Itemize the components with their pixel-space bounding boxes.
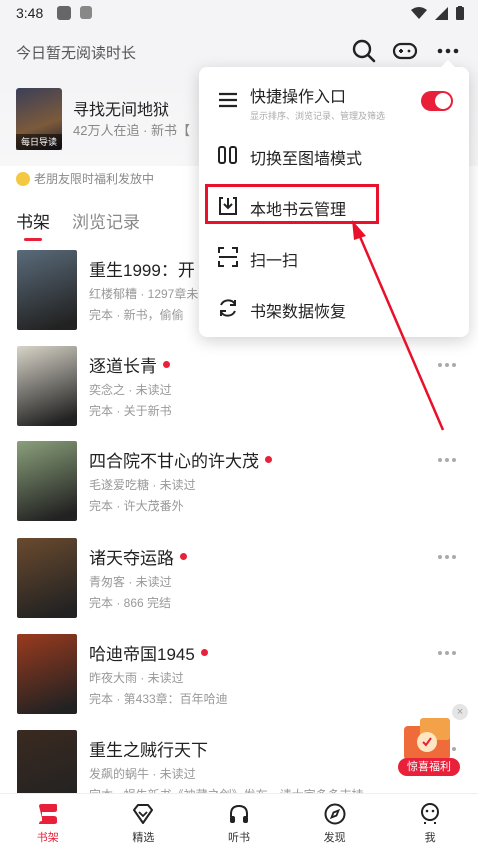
annotation-arrow	[352, 220, 445, 431]
